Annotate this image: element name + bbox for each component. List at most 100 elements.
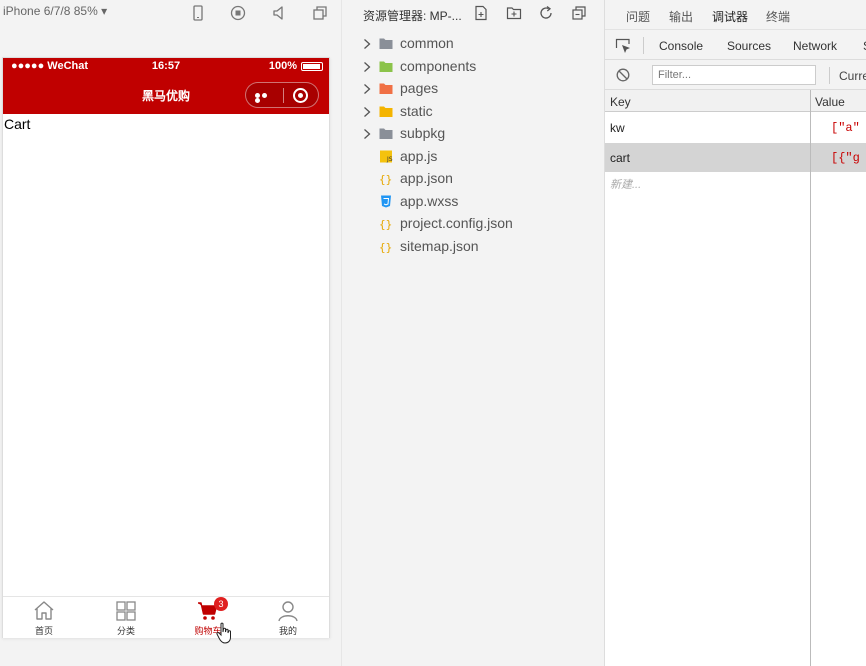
tree-folder-subpkg[interactable]: subpkg <box>342 123 605 145</box>
folder-icon <box>379 61 393 72</box>
refresh-icon[interactable] <box>538 5 554 21</box>
battery-percent: 100% <box>268 60 297 72</box>
tab-home[interactable]: 首页 <box>14 599 74 639</box>
panel-tabs: 问题 输出 调试器 终端 <box>605 0 866 32</box>
tab-output[interactable]: 输出 <box>669 8 693 25</box>
js-file-icon: JS <box>380 150 393 163</box>
svg-text:JS: JS <box>386 156 393 163</box>
tab-network[interactable]: Network <box>793 39 837 53</box>
status-bar: ●●●●● WeChat 16:57 100% <box>3 58 329 76</box>
tab-problems[interactable]: 问题 <box>626 8 650 25</box>
toolbar-divider <box>643 37 644 54</box>
svg-text:{}: {} <box>379 218 392 230</box>
tree-label: pages <box>400 80 439 96</box>
home-icon <box>34 601 54 620</box>
tab-sources[interactable]: Sources <box>727 39 771 53</box>
detach-window-icon[interactable] <box>311 4 329 22</box>
tree-file-app-js[interactable]: JS app.js <box>342 146 605 168</box>
json-file-icon: {} <box>379 173 392 185</box>
column-header-value[interactable]: Value <box>815 95 845 109</box>
tab-debugger[interactable]: 调试器 <box>712 8 749 32</box>
tree-label: subpkg <box>400 125 446 141</box>
new-file-icon[interactable] <box>473 5 489 21</box>
tree-folder-common[interactable]: common <box>342 33 605 55</box>
simulator-toolbar: iPhone 6/7/8 85% ▾ <box>0 0 340 26</box>
table-row[interactable]: kw ["a" <box>605 113 866 142</box>
toolbar-divider <box>829 67 830 84</box>
explorer-title: 资源管理器: MP-... <box>363 9 462 23</box>
simulator-panel: iPhone 6/7/8 85% ▾ ●●●●● WeChat 16:57 10… <box>0 0 340 666</box>
close-miniprogram-icon[interactable] <box>293 88 308 103</box>
record-icon[interactable] <box>229 4 247 22</box>
chevron-right-icon <box>364 107 371 117</box>
row-key: cart <box>610 151 631 165</box>
tree-label: app.json <box>400 170 453 186</box>
tab-console[interactable]: Console <box>659 39 703 53</box>
tree-folder-pages[interactable]: pages <box>342 78 605 100</box>
user-icon <box>278 601 298 622</box>
page-content: Cart <box>3 115 329 596</box>
tree-label: common <box>400 35 454 51</box>
more-icon[interactable] <box>255 93 275 103</box>
new-entry-placeholder[interactable]: 新建... <box>610 176 641 192</box>
tree-label: sitemap.json <box>400 238 479 254</box>
tab-my[interactable]: 我的 <box>258 599 318 639</box>
collapse-all-icon[interactable] <box>571 5 587 21</box>
debugger-panel: 问题 输出 调试器 终端 Console Sources Network S C… <box>604 0 866 666</box>
page-text: Cart <box>4 116 31 132</box>
tree-folder-components[interactable]: components <box>342 56 605 78</box>
chevron-right-icon <box>364 62 371 72</box>
clear-icon[interactable] <box>616 68 630 82</box>
tree-label: components <box>400 58 477 74</box>
row-key: kw <box>610 121 625 135</box>
explorer-panel: 资源管理器: MP-... common components pages st… <box>341 0 604 666</box>
row-value: [{"g <box>831 151 860 165</box>
json-file-icon: {} <box>379 218 392 230</box>
tab-terminal[interactable]: 终端 <box>766 8 790 25</box>
navigation-bar: 黑马优购 <box>3 76 329 114</box>
column-header-key[interactable]: Key <box>610 95 631 109</box>
tree-file-sitemap-json[interactable]: {} sitemap.json <box>342 236 605 258</box>
row-value: ["a" <box>831 121 860 135</box>
tree-folder-static[interactable]: static <box>342 101 605 123</box>
tree-label: project.config.json <box>400 215 513 231</box>
chevron-right-icon <box>364 129 371 139</box>
json-file-icon: {} <box>379 241 392 253</box>
phone-icon[interactable] <box>189 4 207 22</box>
hand-cursor-icon <box>216 622 231 644</box>
new-folder-icon[interactable] <box>506 5 522 21</box>
table-header: Key Value <box>605 90 866 112</box>
folder-icon <box>379 106 393 117</box>
tree-file-app-json[interactable]: {} app.json <box>342 168 605 190</box>
menu-capsule <box>245 82 319 108</box>
tab-label: 我的 <box>278 626 297 636</box>
storage-table: Key Value kw ["a" cart [{"g 新建... <box>605 90 866 666</box>
grid-icon <box>116 601 136 621</box>
tab-bar: 首页 分类 3 购物车 我的 <box>3 596 329 638</box>
tree-file-app-wxss[interactable]: app.wxss <box>342 191 605 213</box>
tab-category[interactable]: 分类 <box>96 599 156 639</box>
phone-screen: ●●●●● WeChat 16:57 100% 黑马优购 Cart 首页 分类 <box>2 57 330 638</box>
chevron-right-icon <box>364 39 371 49</box>
svg-text:{}: {} <box>379 173 392 185</box>
tree-file-project-config-json[interactable]: {} project.config.json <box>342 213 605 235</box>
inspect-element-icon[interactable] <box>615 38 631 54</box>
tab-label: 首页 <box>34 626 53 636</box>
chevron-right-icon <box>364 84 371 94</box>
speaker-icon[interactable] <box>270 4 288 22</box>
tree-label: app.js <box>400 148 438 164</box>
filter-input[interactable] <box>652 65 816 85</box>
tree-label: app.wxss <box>400 193 459 209</box>
battery-icon <box>301 62 323 71</box>
svg-text:{}: {} <box>379 241 392 253</box>
folder-icon <box>379 83 393 94</box>
cart-badge: 3 <box>214 597 228 611</box>
storage-toolbar: Curre <box>605 60 866 90</box>
tree-label: static <box>400 103 433 119</box>
capsule-divider <box>283 88 284 103</box>
table-row[interactable]: cart [{"g <box>605 143 866 172</box>
device-selector[interactable]: iPhone 6/7/8 85% ▾ <box>3 4 107 18</box>
current-storage-label[interactable]: Curre <box>839 69 866 83</box>
column-divider <box>810 90 811 666</box>
css-file-icon <box>381 195 391 208</box>
